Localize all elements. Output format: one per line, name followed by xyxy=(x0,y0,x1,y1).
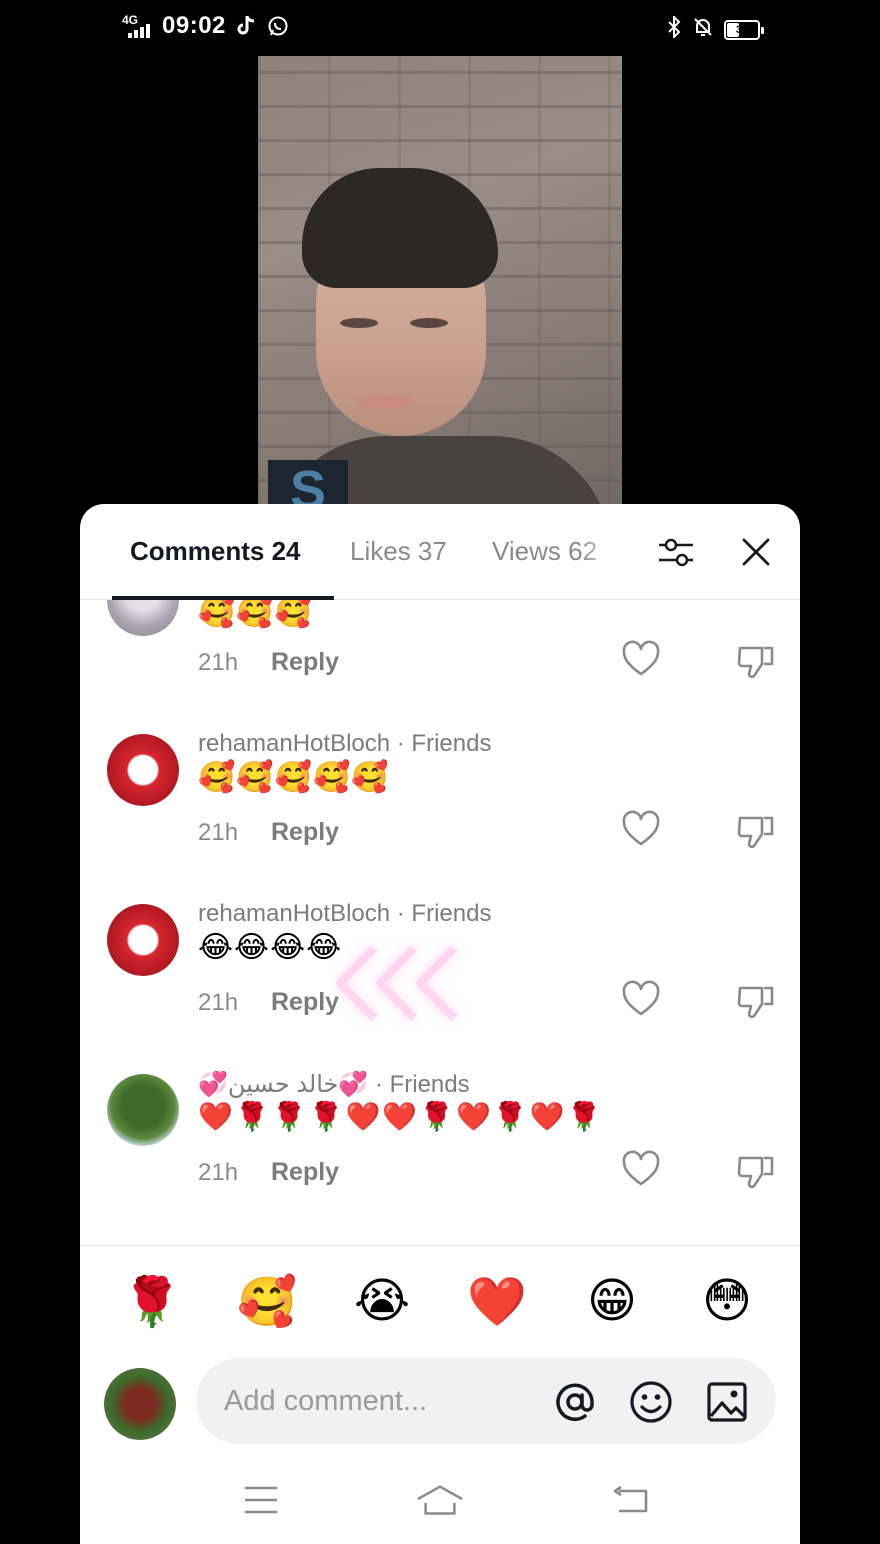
back-button[interactable] xyxy=(606,1480,654,1520)
sliders-icon xyxy=(659,538,693,567)
battery-icon: 38 xyxy=(724,19,764,40)
home-icon xyxy=(417,1485,463,1515)
quick-emoji-bar: 🌹 🥰 😭 ❤️ 😁 😳 xyxy=(80,1266,800,1336)
comment-item: 💞خالد حسین💞 · Friends ❤️🌹🌹🌹❤️❤️🌹❤️🌹❤️🌹 2… xyxy=(80,1060,800,1230)
heart-outline-icon xyxy=(622,640,660,676)
dislike-button[interactable] xyxy=(736,640,776,680)
tab-comments[interactable]: Comments 24 xyxy=(130,536,301,567)
thumbs-down-icon xyxy=(737,646,774,679)
thumbs-down-icon xyxy=(737,986,774,1019)
comment-composer xyxy=(80,1356,800,1446)
bluetooth-icon xyxy=(666,14,682,43)
status-right: 38 xyxy=(666,14,764,43)
battery-level: 38 xyxy=(735,23,749,36)
avatar[interactable] xyxy=(107,904,179,976)
comment-time: 21h xyxy=(198,819,239,846)
comment-text: 🥰🥰🥰🥰🥰 xyxy=(198,761,390,794)
emoji-flushed-button[interactable]: 😳 xyxy=(691,1266,763,1336)
filter-button[interactable] xyxy=(656,532,696,572)
status-left: 4G 09:02 xyxy=(120,12,290,40)
emoji-grin-button[interactable]: 😁 xyxy=(576,1266,648,1336)
comment-author[interactable]: rehamanHotBloch · Friends xyxy=(198,730,491,758)
comment-text: 🥰🥰🥰 xyxy=(198,600,314,629)
emoji-rose-button[interactable]: 🌹 xyxy=(116,1266,188,1336)
emoji-crying-button[interactable]: 😭 xyxy=(346,1266,418,1336)
comment-text: ❤️🌹🌹🌹❤️❤️🌹❤️🌹❤️🌹 xyxy=(198,1101,604,1132)
comment-author[interactable]: rehamanHotBloch · Friends xyxy=(198,900,491,928)
thumbs-down-icon xyxy=(737,816,774,849)
comment-input[interactable] xyxy=(224,1376,544,1426)
comment-author[interactable]: 💞خالد حسین💞 · Friends xyxy=(198,1070,470,1099)
avatar[interactable] xyxy=(107,1074,179,1146)
comment-item: rehamanHotBloch · Friends 🥰🥰🥰🥰🥰 21h Repl… xyxy=(80,720,800,890)
comment-list[interactable]: 🥰🥰🥰 21h Reply rehamanHotBloch · Friends … xyxy=(80,600,800,1245)
like-button[interactable] xyxy=(621,810,661,850)
image-icon xyxy=(707,1382,747,1422)
tiktok-icon xyxy=(234,14,258,38)
thumbs-down-icon xyxy=(737,1156,774,1189)
dislike-button[interactable] xyxy=(736,1150,776,1190)
heart-outline-icon xyxy=(622,810,660,846)
emoji-picker-button[interactable] xyxy=(627,1378,675,1426)
smiley-icon xyxy=(630,1381,672,1423)
comment-item: 🥰🥰🥰 21h Reply xyxy=(80,600,800,685)
like-button[interactable] xyxy=(621,1150,661,1190)
dislike-button[interactable] xyxy=(736,810,776,850)
like-button[interactable] xyxy=(621,980,661,1020)
mention-button[interactable] xyxy=(551,1378,599,1426)
my-avatar[interactable] xyxy=(104,1368,176,1440)
comment-time: 21h xyxy=(198,1159,239,1186)
menu-icon xyxy=(245,1486,277,1514)
comment-input-box xyxy=(196,1358,776,1444)
comment-text: 😂😂😂😂 xyxy=(198,931,343,964)
reply-button[interactable]: Reply xyxy=(271,648,339,677)
like-button[interactable] xyxy=(621,640,661,680)
avatar[interactable] xyxy=(107,734,179,806)
screen: 4G 09:02 38 S Comments 24 Likes 37 Views… xyxy=(0,0,880,1544)
video-player[interactable]: S xyxy=(258,56,622,516)
reply-button[interactable]: Reply xyxy=(271,988,339,1017)
reply-button[interactable]: Reply xyxy=(271,818,339,847)
heart-outline-icon xyxy=(622,1150,660,1186)
notifications-off-icon xyxy=(692,16,714,43)
menu-button[interactable] xyxy=(237,1480,285,1520)
close-icon xyxy=(742,538,770,566)
back-icon xyxy=(613,1485,648,1513)
dislike-button[interactable] xyxy=(736,980,776,1020)
at-icon xyxy=(556,1383,594,1421)
signal-icon: 4G xyxy=(120,12,154,40)
emoji-heart-button[interactable]: ❤️ xyxy=(461,1266,533,1336)
tab-likes[interactable]: Likes 37 xyxy=(350,536,447,567)
tab-bar: Comments 24 Likes 37 Views 62 xyxy=(80,504,800,600)
avatar[interactable] xyxy=(107,600,179,636)
system-nav-bar xyxy=(80,1466,800,1544)
home-button[interactable] xyxy=(416,1480,464,1520)
comment-time: 21h xyxy=(198,649,239,676)
heart-outline-icon xyxy=(622,980,660,1016)
emoji-smiling-hearts-button[interactable]: 🥰 xyxy=(231,1266,303,1336)
clock: 09:02 xyxy=(162,12,226,39)
comment-time: 21h xyxy=(198,989,239,1016)
close-button[interactable] xyxy=(736,532,776,572)
reply-button[interactable]: Reply xyxy=(271,1158,339,1187)
image-picker-button[interactable] xyxy=(703,1378,751,1426)
comment-item: rehamanHotBloch · Friends 😂😂😂😂 21h Reply xyxy=(80,890,800,1060)
divider xyxy=(80,1245,800,1246)
comments-sheet: Comments 24 Likes 37 Views 62 🥰🥰🥰 21h Re… xyxy=(80,504,800,1544)
status-bar: 4G 09:02 38 xyxy=(0,0,880,56)
whatsapp-icon xyxy=(266,14,290,38)
